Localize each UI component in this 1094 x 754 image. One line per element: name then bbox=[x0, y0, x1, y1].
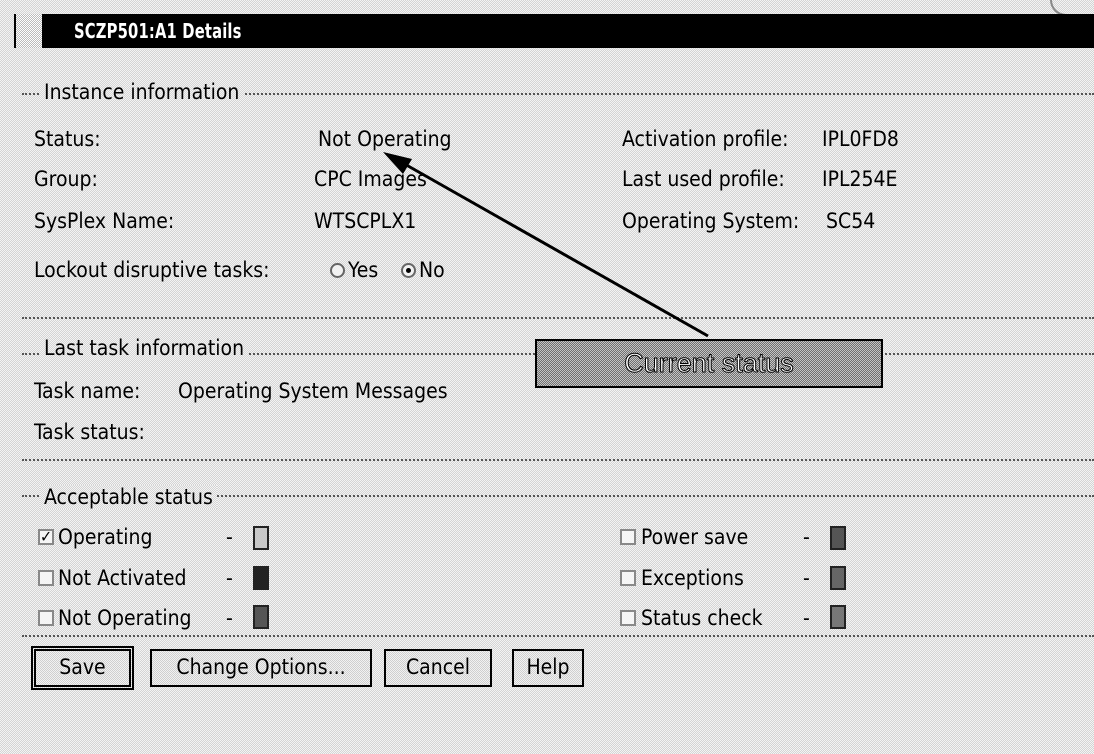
cancel-button[interactable]: Cancel bbox=[384, 649, 492, 687]
save-button[interactable]: Save bbox=[31, 646, 134, 690]
details-window: SCZP501:A1 Details Instance information … bbox=[0, 0, 1094, 754]
change-options-button[interactable]: Change Options... bbox=[150, 649, 372, 687]
help-button[interactable]: Help bbox=[512, 649, 584, 687]
callout-arrow-icon bbox=[383, 152, 709, 338]
